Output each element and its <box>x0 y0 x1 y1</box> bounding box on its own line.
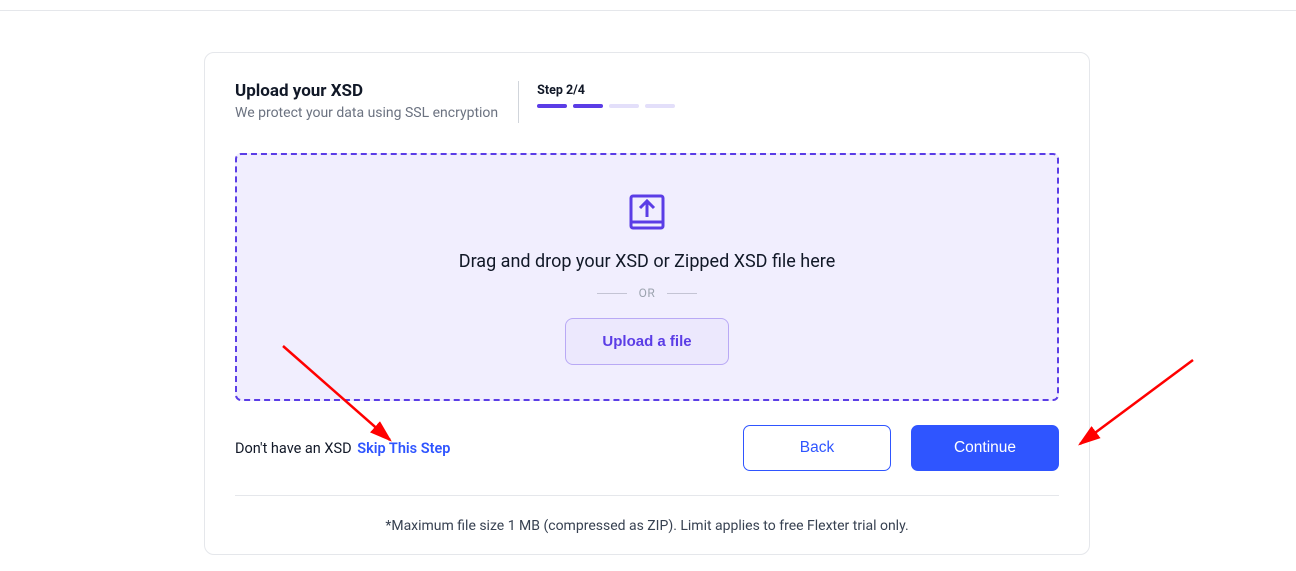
header-divider <box>518 81 519 123</box>
file-size-note: *Maximum file size 1 MB (compressed as Z… <box>235 518 1059 534</box>
page-top-divider <box>0 10 1296 11</box>
upload-file-button[interactable]: Upload a file <box>565 318 728 365</box>
skip-section: Don't have an XSD Skip This Step <box>235 440 450 457</box>
upload-card: Upload your XSD We protect your data usi… <box>204 52 1090 555</box>
page-subtitle: We protect your data using SSL encryptio… <box>235 105 498 121</box>
or-line-right <box>667 293 697 294</box>
continue-button[interactable]: Continue <box>911 425 1059 471</box>
step-indicator: Step 2/4 <box>537 81 675 108</box>
or-text: OR <box>639 286 656 300</box>
back-button[interactable]: Back <box>743 425 891 471</box>
progress-segment-empty <box>645 104 675 108</box>
page-title: Upload your XSD <box>235 81 498 101</box>
or-separator: OR <box>597 286 698 300</box>
skip-prefix-text: Don't have an XSD <box>235 440 352 457</box>
button-row: Back Continue <box>743 425 1059 471</box>
card-footer: Don't have an XSD Skip This Step Back Co… <box>235 425 1059 496</box>
step-label: Step 2/4 <box>537 83 675 98</box>
header-text-block: Upload your XSD We protect your data usi… <box>235 81 518 121</box>
card-header: Upload your XSD We protect your data usi… <box>235 81 1059 123</box>
progress-segment-filled <box>573 104 603 108</box>
progress-segment-empty <box>609 104 639 108</box>
dropzone-instruction: Drag and drop your XSD or Zipped XSD fil… <box>459 251 836 272</box>
progress-segment-filled <box>537 104 567 108</box>
progress-bar <box>537 104 675 108</box>
upload-icon <box>626 191 668 233</box>
file-dropzone[interactable]: Drag and drop your XSD or Zipped XSD fil… <box>235 153 1059 401</box>
skip-step-link[interactable]: Skip This Step <box>357 440 450 457</box>
or-line-left <box>597 293 627 294</box>
